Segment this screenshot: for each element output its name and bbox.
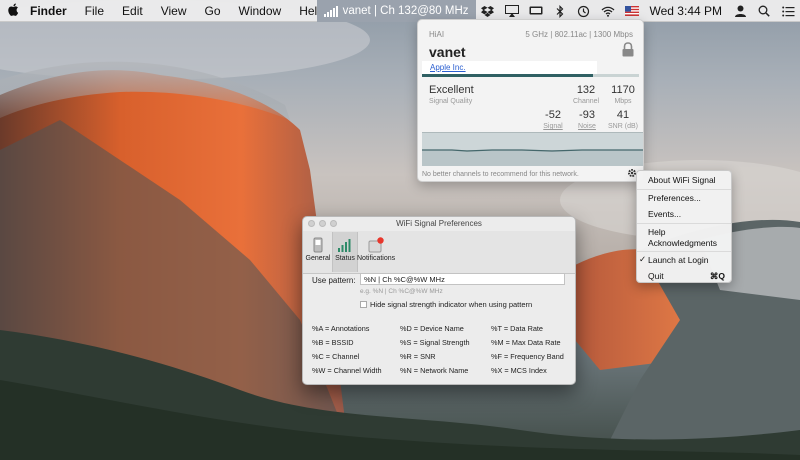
legend-col3-item-0: %T = Data Rate (491, 324, 543, 333)
snr-value: 41 (616, 109, 630, 121)
signal-bars-icon (337, 237, 353, 253)
signal-label[interactable]: Signal (538, 123, 568, 130)
menu-item-launch-at-login[interactable]: Launch at Login (637, 255, 731, 265)
preferences-window: WiFi Signal Preferences General Status N… (302, 216, 576, 385)
snr-stat: 41 SNR (dB) (606, 109, 640, 130)
signal-stat: -52 Signal (538, 109, 568, 130)
bluetooth-icon[interactable] (551, 4, 569, 18)
noise-stat: -93 Noise (572, 109, 602, 130)
menu-finder[interactable]: Finder (26, 4, 76, 18)
time-machine-icon[interactable] (575, 4, 593, 18)
legend-col2-item-3: %N = Network Name (400, 366, 469, 375)
menu-file[interactable]: File (76, 4, 113, 18)
menu-view[interactable]: View (152, 4, 196, 18)
notification-icon (368, 237, 384, 253)
hide-indicator-checkbox[interactable] (360, 301, 367, 308)
user-icon[interactable] (731, 4, 749, 18)
menu-item-events[interactable]: Events... (637, 209, 731, 219)
noise-value: -93 (579, 109, 595, 121)
menu-item-about[interactable]: About WiFi Signal (637, 175, 731, 185)
menu-separator (637, 223, 731, 224)
noise-label[interactable]: Noise (572, 123, 602, 130)
airplay-icon[interactable] (503, 4, 521, 18)
hide-indicator-label: Hide signal strength indicator when usin… (370, 300, 533, 309)
lock-icon (622, 42, 634, 60)
wifi-signal-popover: HiAI 5 GHz | 802.11ac | 1300 Mbps vanet … (417, 19, 644, 182)
apple-menu-icon[interactable] (0, 3, 26, 19)
quality-label: Signal Quality (429, 98, 473, 105)
tab-status[interactable]: Status (332, 232, 358, 272)
legend-col1-item-0: %A = Annotations (312, 324, 370, 333)
notification-center-icon[interactable] (779, 4, 797, 18)
ssid-title: vanet (429, 44, 466, 60)
pattern-input[interactable] (360, 273, 565, 285)
legend-col1-item-2: %C = Channel (312, 352, 360, 361)
menu-item-preferences[interactable]: Preferences... (637, 193, 731, 203)
signal-value: -52 (545, 109, 561, 121)
pattern-label: Use pattern: (312, 276, 356, 285)
tab-general-label: General (305, 255, 331, 262)
menu-edit[interactable]: Edit (113, 4, 152, 18)
quit-shortcut: ⌘Q (709, 271, 725, 281)
dropbox-icon[interactable] (479, 4, 497, 18)
signal-quality-bar-fill (422, 74, 594, 77)
legend-col3-item-1: %M = Max Data Rate (491, 338, 561, 347)
wifi-icon[interactable] (599, 4, 617, 18)
menu-bar: Finder File Edit View Go Window Help van… (0, 0, 800, 22)
network-spec: 5 GHz | 802.11ac | 1300 Mbps (525, 30, 633, 39)
menubar-clock[interactable]: Wed 3:44 PM (644, 4, 728, 18)
tab-general[interactable]: General (305, 232, 331, 272)
tab-notifications[interactable]: Notifications (357, 232, 395, 272)
signal-bars-icon (323, 5, 338, 17)
switch-icon (310, 237, 326, 253)
signal-history-graph (422, 132, 643, 166)
channel-recommendation-text: No better channels to recommend for this… (422, 171, 579, 178)
menu-separator (637, 189, 731, 190)
spotlight-search-icon[interactable] (755, 4, 773, 18)
rate-stat: 1170 Mbps (608, 84, 638, 105)
signal-quality-bar (422, 74, 639, 77)
legend-col2-item-1: %S = Signal Strength (400, 338, 470, 347)
tab-notifications-label: Notifications (357, 255, 396, 262)
menu-item-acknowledgments[interactable]: Acknowledgments (637, 238, 731, 248)
gear-context-menu: About WiFi Signal Preferences... Events.… (636, 170, 732, 283)
menu-separator (637, 251, 731, 252)
tab-status-label: Status (335, 255, 355, 262)
channel-label: Channel (573, 98, 600, 105)
legend-col2-item-0: %D = Device Name (400, 324, 464, 333)
wifi-status-text: vanet | Ch 132@80 MHz (342, 5, 469, 17)
pattern-hint: e.g. %N | Ch %C@%W MHz (360, 288, 443, 295)
menu-item-help[interactable]: Help (637, 227, 731, 237)
vendor-link[interactable]: Apple Inc. (422, 61, 597, 74)
rate-label: Mbps (614, 98, 632, 105)
menu-go[interactable]: Go (196, 4, 230, 18)
prefs-toolbar: General Status Notifications (303, 231, 575, 274)
legend-col1-item-3: %W = Channel Width (312, 366, 382, 375)
channel-stat: 132 Channel (573, 84, 599, 105)
display-icon[interactable] (527, 4, 545, 18)
channel-value: 132 (576, 84, 596, 96)
rate-value: 1170 (611, 84, 635, 96)
us-flag-input-source-icon[interactable] (623, 4, 641, 18)
legend-col3-item-2: %F = Frequency Band (491, 352, 564, 361)
network-label: HiAI (429, 30, 445, 39)
legend-col1-item-1: %B = BSSID (312, 338, 354, 347)
window-title: WiFi Signal Preferences (396, 219, 482, 228)
menu-window[interactable]: Window (230, 4, 291, 18)
quality-value: Excellent (429, 84, 474, 96)
snr-label: SNR (dB) (608, 123, 638, 130)
legend-col2-item-2: %R = SNR (400, 352, 436, 361)
legend-col3-item-3: %X = MCS Index (491, 366, 547, 375)
